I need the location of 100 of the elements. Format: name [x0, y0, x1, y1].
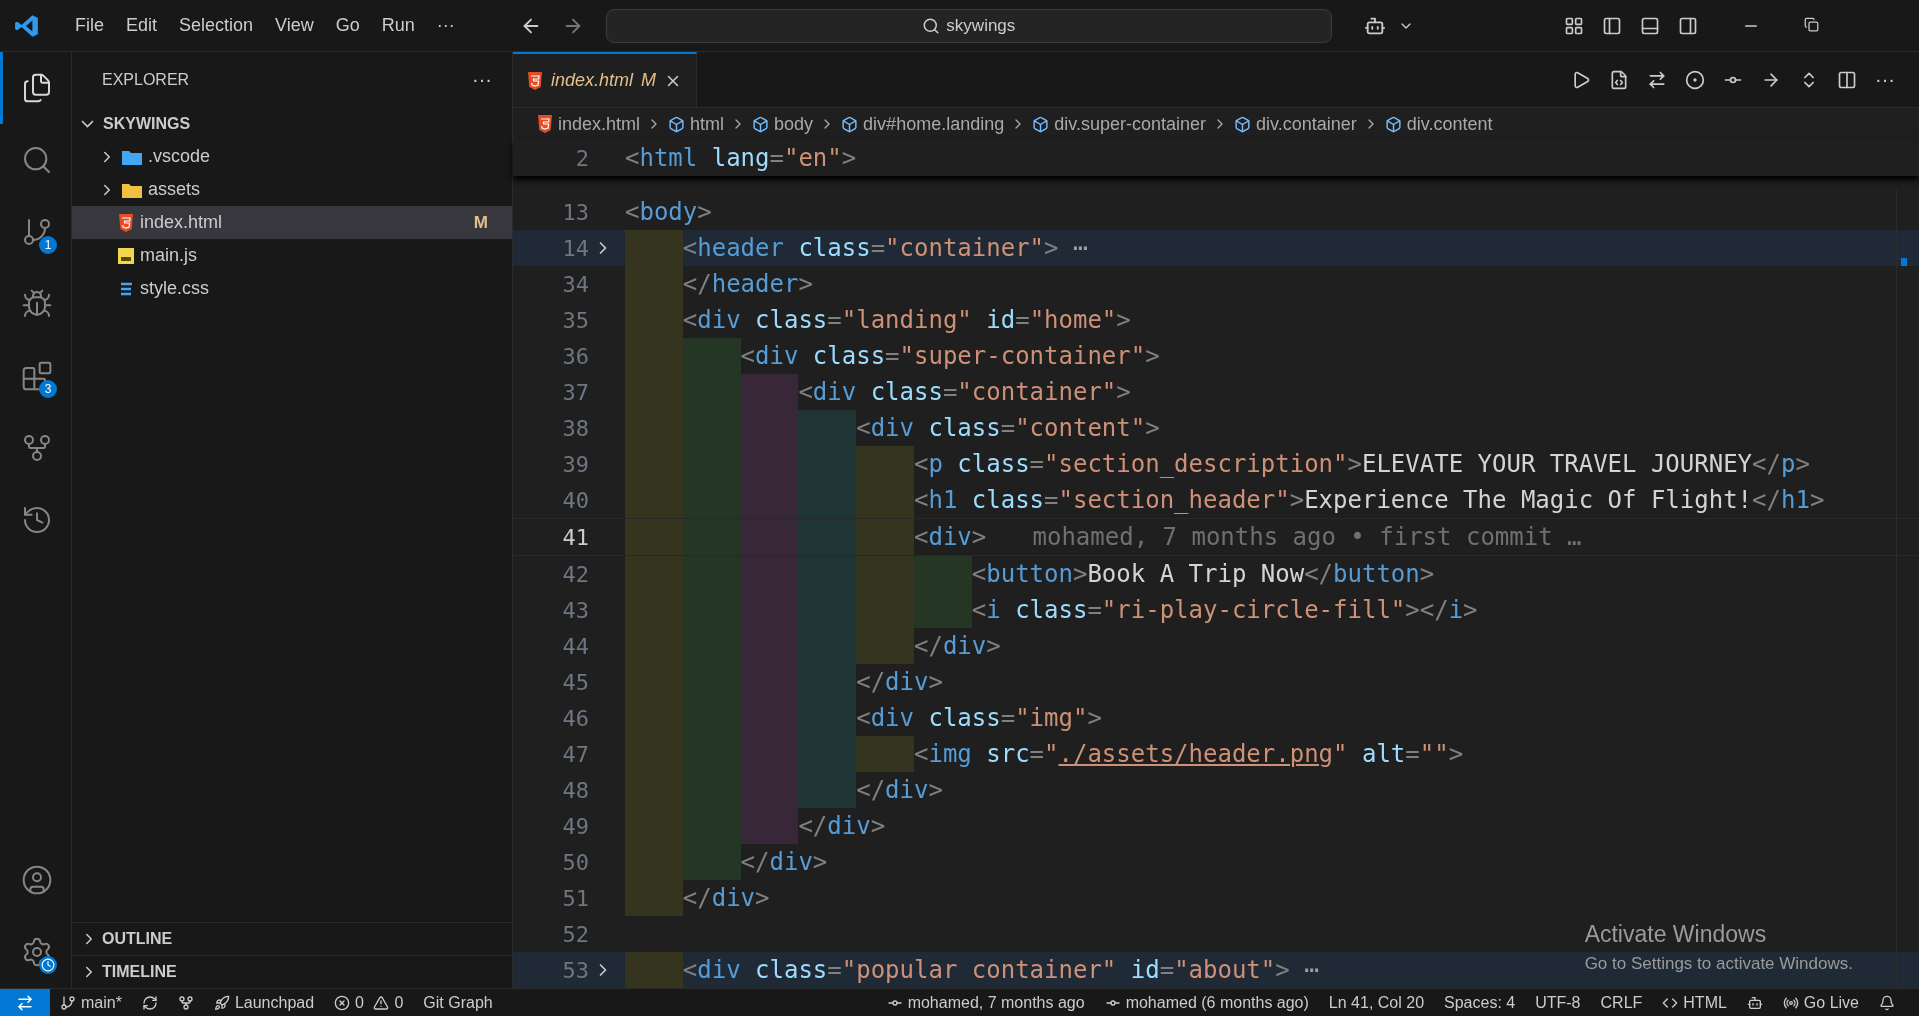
rocket-icon	[213, 994, 230, 1011]
breadcrumb-item[interactable]: div.super-container	[1032, 113, 1206, 135]
line-number: 47	[561, 741, 589, 767]
indent-guide	[682, 844, 741, 880]
menu-item[interactable]: Edit	[117, 11, 167, 40]
indent-guide	[798, 772, 857, 808]
status-item[interactable]: main*	[50, 993, 132, 1012]
code-line: <html lang="en">	[625, 143, 857, 174]
folder-icon	[122, 148, 142, 165]
modified-status: M	[473, 212, 488, 233]
line-number: 37	[561, 379, 589, 405]
breadcrumb-item[interactable]: index.html	[537, 113, 641, 135]
command-search-field[interactable]: skywings	[605, 8, 1332, 43]
file-tree-item[interactable]: style.css	[72, 272, 512, 305]
status-item[interactable]: UTF-8	[1525, 993, 1591, 1012]
breadcrumb-item[interactable]: div.container	[1233, 113, 1357, 135]
indent-guide	[740, 556, 799, 592]
folder-icon	[122, 181, 142, 198]
line-number: 48	[561, 777, 589, 803]
line-number: 45	[561, 669, 589, 695]
more-actions-button[interactable]: ···	[1875, 68, 1895, 91]
line-number: 40	[561, 487, 589, 513]
file-tree-item[interactable]: index.html M	[72, 206, 512, 239]
layout-icon[interactable]	[1564, 15, 1584, 36]
sync-icon	[141, 994, 158, 1011]
menu-item[interactable]: ···	[427, 11, 464, 40]
collapsed-panel[interactable]: OUTLINE	[72, 922, 512, 955]
cube-icon	[841, 115, 859, 133]
line-number: 51	[561, 885, 589, 911]
indent-guide	[798, 410, 857, 446]
html-file-icon	[537, 115, 553, 133]
menu-item[interactable]: File	[66, 11, 113, 40]
vscode-logo-icon	[14, 12, 40, 39]
problems-indicator[interactable]: 0 0	[324, 993, 414, 1012]
menu-item[interactable]: Selection	[170, 11, 263, 40]
status-item[interactable]: CRLF	[1590, 993, 1653, 1012]
file-tree-item[interactable]: main.js	[72, 239, 512, 272]
compare-icon[interactable]	[1647, 69, 1667, 90]
branch-icon	[60, 994, 76, 1011]
sidebar-title: EXPLORER	[102, 70, 190, 89]
split-editor-icon[interactable]	[1837, 69, 1857, 90]
breadcrumb-item[interactable]: div.content	[1384, 113, 1493, 135]
code-line: <h1 class="section_header">Experience The Magic Of Flight!</h1>	[625, 482, 1825, 518]
remote-button[interactable]	[0, 989, 50, 1016]
code-line: </div>	[625, 628, 1001, 664]
restore-icon[interactable]	[1804, 16, 1819, 32]
html-file-icon	[527, 71, 543, 90]
secondary-sidebar-icon[interactable]	[1678, 15, 1698, 36]
file-action-icon[interactable]	[1609, 69, 1629, 90]
breadcrumb-item[interactable]: body	[752, 113, 814, 135]
menu-item[interactable]: View	[266, 11, 323, 40]
menu-item[interactable]: Go	[326, 11, 369, 40]
editor-tab[interactable]: index.html M	[513, 52, 698, 107]
code-line: <div class="super-container">	[625, 338, 1160, 374]
activity-bar-button[interactable]: 1	[0, 196, 71, 268]
history-icon	[21, 504, 53, 536]
indent-guide	[682, 338, 741, 374]
more-actions-button[interactable]: ···	[472, 68, 492, 91]
code-line: <header class="container"> ⋯	[625, 230, 1088, 266]
status-item[interactable]: HTML	[1652, 993, 1737, 1012]
bell-icon	[1879, 994, 1895, 1011]
activation-title: Activate Windows	[1584, 921, 1768, 948]
line-number: 46	[561, 705, 589, 731]
activity-bar-button[interactable]: 3	[0, 340, 71, 412]
status-item[interactable]: Ln 41, Col 20	[1318, 993, 1435, 1012]
git-blame-annotation: mohamed, 7 months ago • first commit …	[1032, 523, 1582, 551]
source-control-icon	[21, 216, 53, 248]
project-folder[interactable]: SKYWINGS	[72, 107, 512, 140]
git-icon	[177, 994, 194, 1011]
error-icon	[334, 994, 351, 1011]
indent-guide	[740, 482, 799, 518]
status-item[interactable]: Go Live	[1772, 993, 1869, 1012]
code-line: </div>	[625, 880, 770, 916]
cube-icon	[1233, 115, 1251, 133]
status-item[interactable]: mohamed, 7 months ago	[876, 993, 1095, 1012]
panel-toggle-icon[interactable]	[1640, 15, 1660, 36]
status-item[interactable]: Launchpad	[203, 993, 325, 1012]
line-number: 42	[561, 561, 589, 587]
line-number: 49	[561, 813, 589, 839]
menu-item[interactable]: Run	[372, 11, 424, 40]
breadcrumb-item[interactable]: div#home.landing	[841, 113, 1005, 135]
indent-guide	[682, 556, 741, 592]
line-number: 52	[561, 921, 589, 947]
file-tree-item[interactable]: .vscode	[72, 140, 512, 173]
run-icon[interactable]	[1571, 69, 1591, 90]
status-item[interactable]: Spaces: 4	[1434, 993, 1526, 1012]
line-number: 34	[561, 271, 589, 297]
status-item[interactable]: Git Graph	[413, 993, 503, 1012]
file-tree-item[interactable]: assets	[72, 173, 512, 206]
sidebar-toggle-icon[interactable]	[1602, 15, 1622, 36]
timeline-icon[interactable]	[1685, 69, 1705, 90]
line-number: 43	[561, 597, 589, 623]
css-file-icon	[118, 280, 134, 297]
explorer-icon	[21, 72, 53, 104]
copilot-icon	[1746, 994, 1763, 1011]
breadcrumb-item[interactable]: html	[668, 113, 725, 135]
run-debug-icon	[21, 288, 53, 320]
line-number: 35	[561, 307, 589, 333]
status-item[interactable]: mohamed (6 months ago)	[1094, 993, 1319, 1012]
cube-icon	[1384, 115, 1402, 133]
